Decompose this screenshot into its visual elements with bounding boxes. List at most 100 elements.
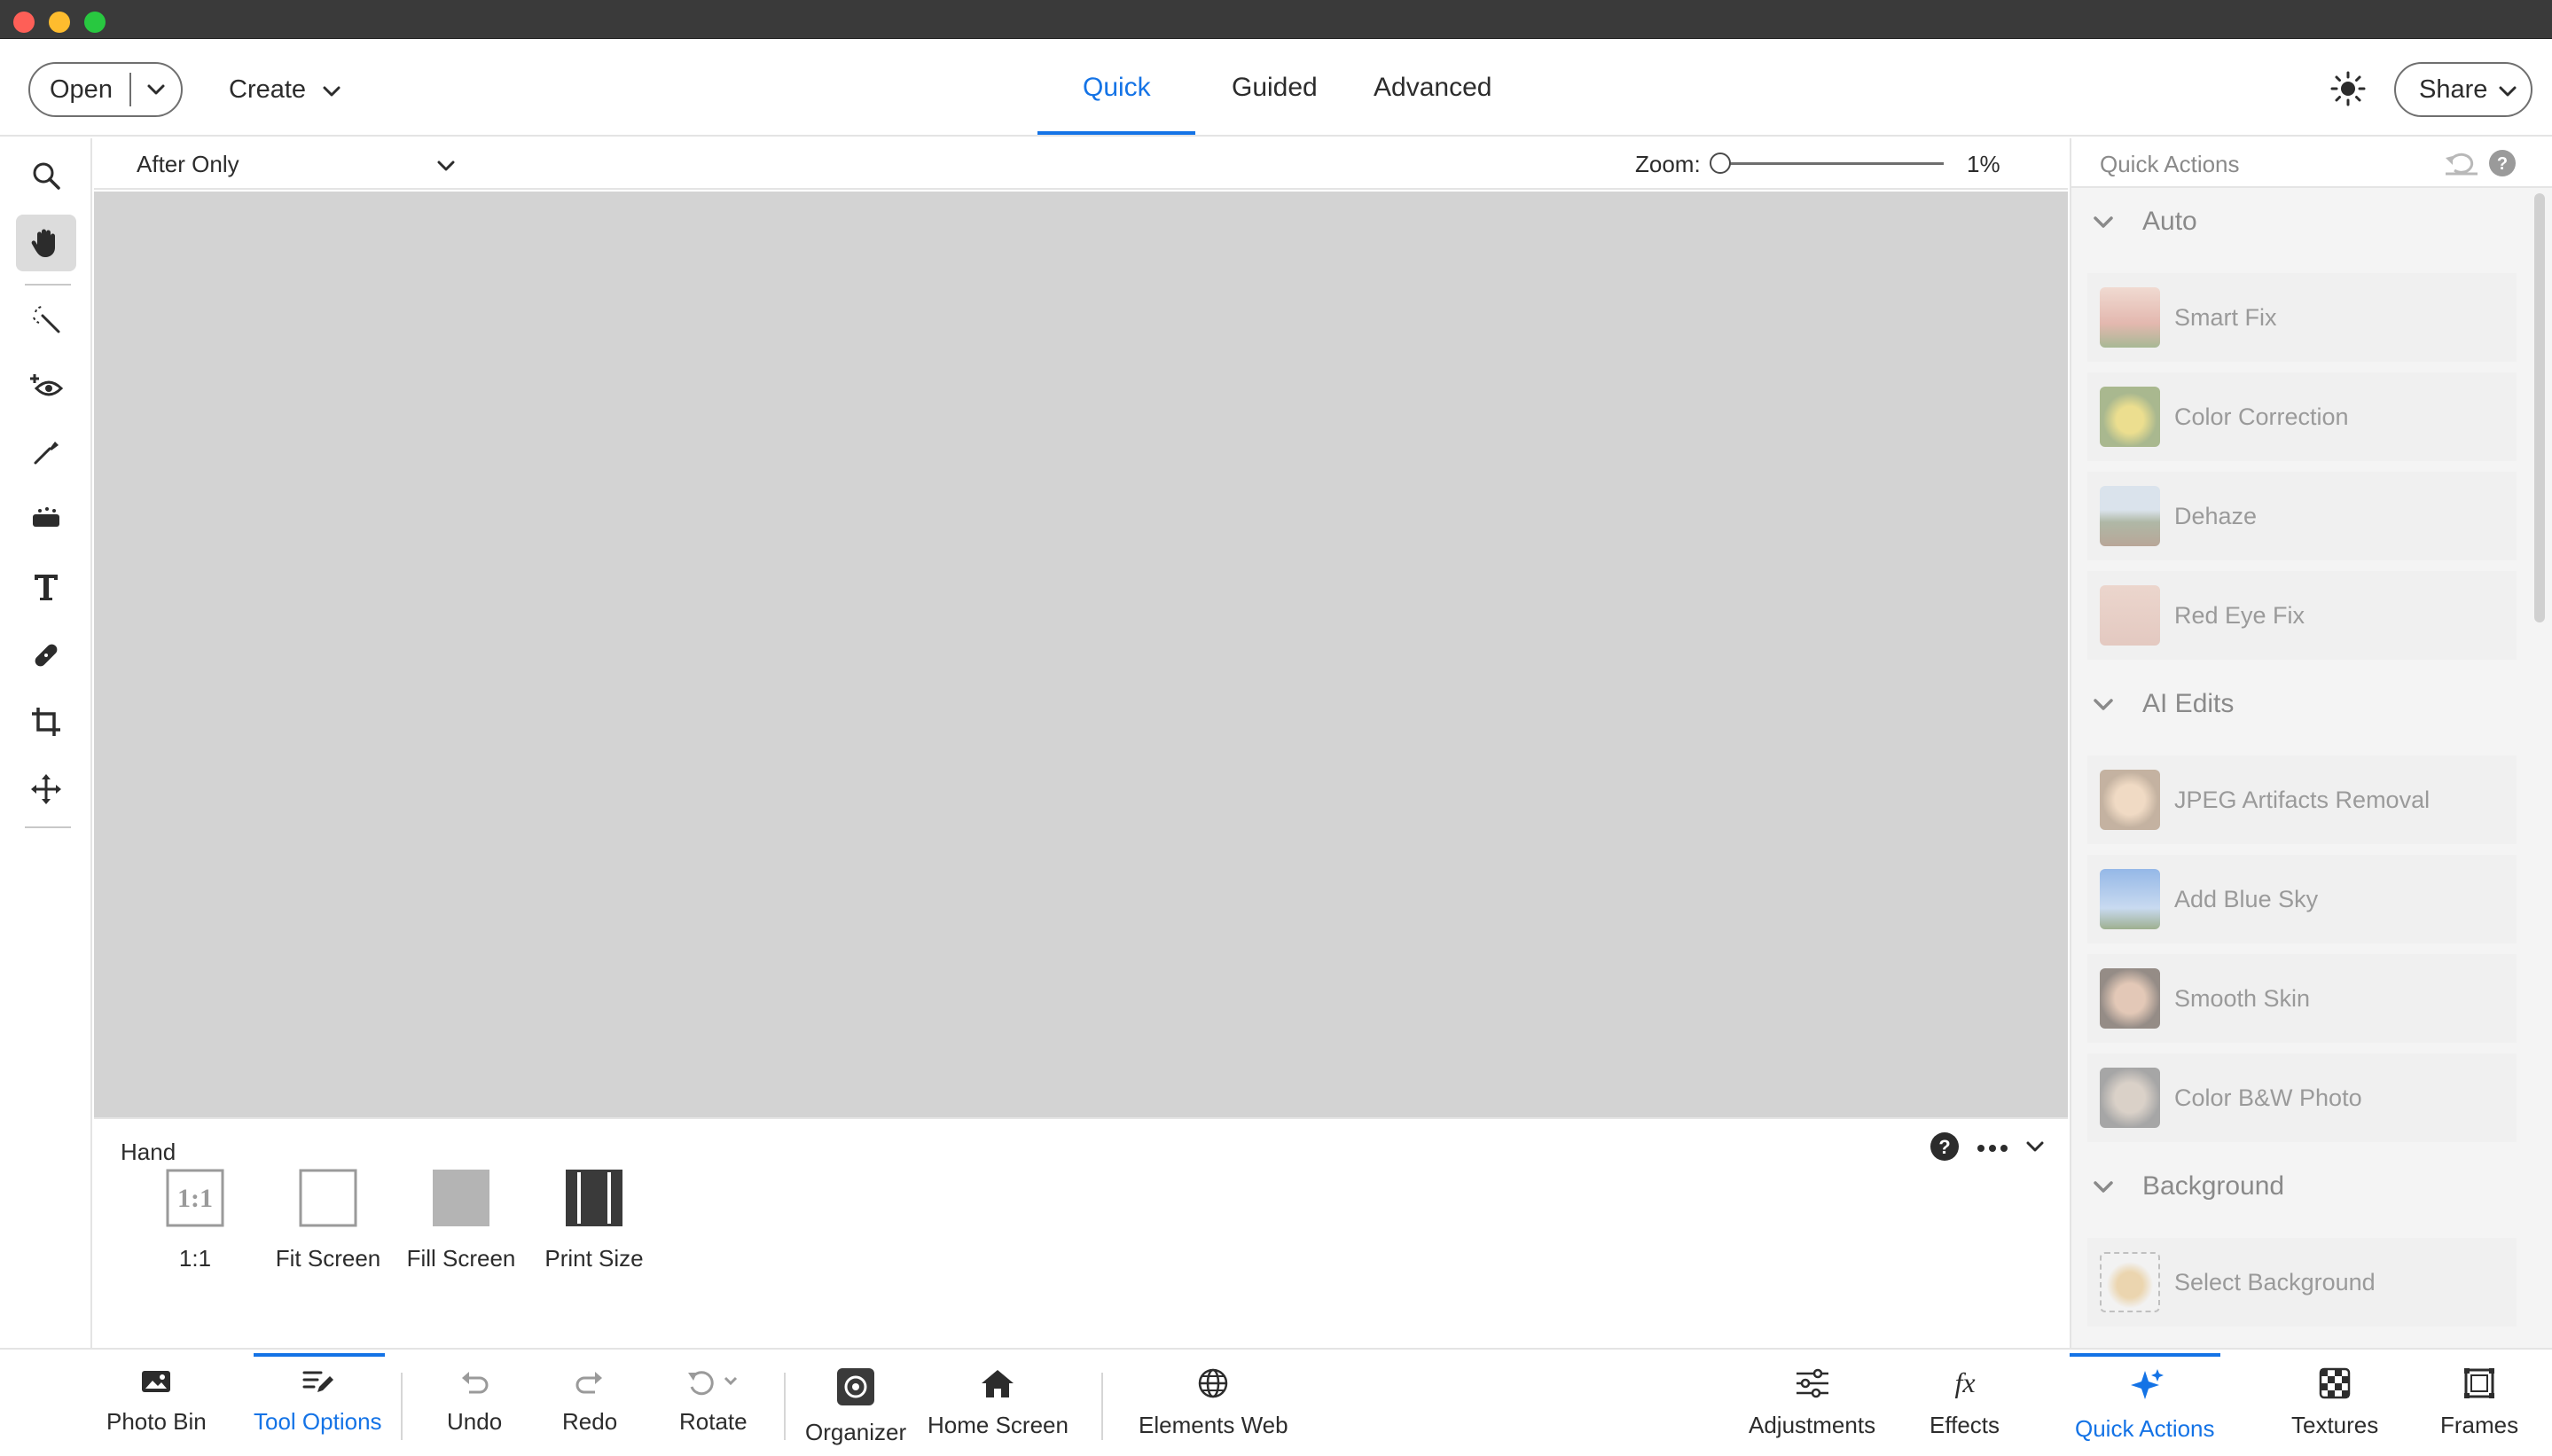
quick-action-color-bw-photo[interactable]: Color B&W Photo: [2087, 1053, 2517, 1142]
undo-icon: [462, 1372, 489, 1394]
undo-button[interactable]: Undo: [447, 1367, 502, 1436]
organizer-button[interactable]: Organizer: [805, 1367, 906, 1446]
section-auto-label: Auto: [2142, 207, 2197, 236]
textures-icon: [2319, 1367, 2351, 1399]
fill-screen-icon: [433, 1170, 489, 1226]
quick-action-select-background[interactable]: Select Background: [2087, 1238, 2517, 1327]
share-button[interactable]: Share: [2394, 62, 2532, 117]
svg-text:?: ?: [2497, 154, 2508, 174]
effects-button[interactable]: fx Effects: [1930, 1367, 2000, 1439]
quick-action-label: Red Eye Fix: [2174, 601, 2305, 629]
chevron-down-icon: [2498, 75, 2517, 105]
move-icon[interactable]: [16, 761, 76, 818]
app-header: Open Create Quick Guided Advanced Share: [0, 39, 2552, 137]
section-ai-edits[interactable]: AI Edits: [2093, 669, 2234, 740]
minimize-window-button[interactable]: [49, 12, 70, 33]
home-icon: [982, 1370, 1014, 1397]
maximize-window-button[interactable]: [84, 12, 106, 33]
open-button[interactable]: Open: [28, 62, 183, 117]
svg-text:?: ?: [1938, 1136, 1950, 1158]
help-icon[interactable]: ?: [2488, 149, 2517, 182]
chevron-down-icon: [2093, 689, 2114, 719]
red-eye-fix-thumbnail: [2100, 585, 2160, 646]
section-background[interactable]: Background: [2093, 1151, 2284, 1222]
actual-pixels-icon: 1:1: [166, 1169, 224, 1227]
more-options-icon[interactable]: [1977, 1141, 2008, 1157]
view-options-bar: After Only Zoom: 1%: [94, 138, 2068, 190]
print-size-button[interactable]: Print Size: [536, 1169, 652, 1272]
tool-options-label: Tool Options: [254, 1408, 382, 1435]
create-button[interactable]: Create: [229, 62, 341, 117]
taskbar-divider: [401, 1373, 403, 1440]
create-label[interactable]: Create: [229, 75, 306, 105]
chevron-down-icon[interactable]: [131, 83, 181, 96]
textures-label: Textures: [2291, 1412, 2379, 1438]
photo-bin-button[interactable]: Photo Bin: [106, 1367, 207, 1436]
tool-options-button[interactable]: Tool Options: [254, 1367, 382, 1436]
fill-screen-button[interactable]: Fill Screen: [403, 1169, 519, 1272]
tab-guided[interactable]: Guided: [1232, 73, 1318, 103]
spot-healing-icon[interactable]: [16, 626, 76, 683]
add-blue-sky-thumbnail: [2100, 869, 2160, 929]
svg-text:fx: fx: [1954, 1367, 1975, 1398]
crop-icon[interactable]: [16, 693, 76, 750]
quick-action-smooth-skin[interactable]: Smooth Skin: [2087, 954, 2517, 1043]
print-size-icon: [566, 1170, 622, 1226]
zoom-value: 1%: [1967, 151, 2000, 177]
type-icon[interactable]: [16, 559, 76, 615]
sponge-icon[interactable]: [16, 489, 76, 546]
quick-action-color-correction[interactable]: Color Correction: [2087, 372, 2517, 461]
frames-button[interactable]: Frames: [2440, 1367, 2518, 1439]
quick-action-label: Color B&W Photo: [2174, 1084, 2362, 1111]
elements-web-button[interactable]: Elements Web: [1139, 1367, 1288, 1439]
tool-options-controls: ?: [1930, 1131, 2045, 1166]
quick-action-jpeg-artifacts-removal[interactable]: JPEG Artifacts Removal: [2087, 755, 2517, 844]
home-screen-button[interactable]: Home Screen: [928, 1367, 1069, 1439]
chevron-down-icon: [2093, 207, 2114, 237]
section-auto[interactable]: Auto: [2093, 186, 2197, 257]
share-label[interactable]: Share: [2419, 75, 2487, 105]
quick-action-add-blue-sky[interactable]: Add Blue Sky: [2087, 855, 2517, 943]
print-size-label: Print Size: [544, 1245, 644, 1272]
globe-icon: [1199, 1368, 1228, 1398]
quick-action-label: Dehaze: [2174, 502, 2258, 529]
actual-pixels-button[interactable]: 1:1 1:1: [137, 1169, 253, 1272]
home-screen-label: Home Screen: [928, 1412, 1069, 1438]
textures-button[interactable]: Textures: [2291, 1367, 2378, 1439]
active-bottom-tab-indicator: [254, 1353, 385, 1357]
tab-advanced[interactable]: Advanced: [1374, 73, 1491, 103]
view-mode-select[interactable]: After Only: [137, 149, 456, 179]
redo-button[interactable]: Redo: [562, 1367, 617, 1436]
adjustments-icon: [1796, 1368, 1828, 1398]
brightness-icon[interactable]: [2329, 69, 2368, 108]
chevron-down-icon: [2093, 1171, 2114, 1202]
adjustments-button[interactable]: Adjustments: [1749, 1367, 1875, 1439]
tab-quick[interactable]: Quick: [1083, 73, 1151, 103]
quick-actions-button[interactable]: Quick Actions: [2075, 1367, 2215, 1443]
image-canvas[interactable]: [94, 192, 2068, 1117]
quick-actions-scrollbar[interactable]: [2534, 193, 2545, 622]
quick-actions-panel: Quick Actions ? Auto Smart Fix Color Cor…: [2070, 138, 2552, 1348]
zoom-icon[interactable]: [16, 147, 76, 204]
red-eye-icon[interactable]: [16, 358, 76, 415]
reset-icon[interactable]: [2444, 147, 2479, 182]
whiten-teeth-icon[interactable]: [16, 424, 76, 481]
quick-selection-icon[interactable]: [16, 291, 76, 348]
quick-actions-title: Quick Actions: [2100, 151, 2240, 177]
chevron-down-icon[interactable]: [2025, 1140, 2045, 1157]
hand-icon[interactable]: [16, 215, 76, 271]
open-label[interactable]: Open: [30, 75, 129, 105]
close-window-button[interactable]: [13, 12, 35, 33]
zoom-slider[interactable]: [1717, 162, 1944, 165]
tools-panel: [0, 138, 92, 1348]
toolbar-divider: [25, 284, 71, 286]
quick-action-smart-fix[interactable]: Smart Fix: [2087, 273, 2517, 362]
quick-action-red-eye-fix[interactable]: Red Eye Fix: [2087, 571, 2517, 660]
help-icon[interactable]: ?: [1930, 1131, 1960, 1166]
quick-action-dehaze[interactable]: Dehaze: [2087, 472, 2517, 560]
zoom-slider-handle[interactable]: [1710, 153, 1731, 174]
rotate-button[interactable]: Rotate: [679, 1367, 748, 1436]
actual-pixels-label: 1:1: [178, 1245, 212, 1272]
elements-web-label: Elements Web: [1139, 1412, 1288, 1438]
fit-screen-button[interactable]: Fit Screen: [270, 1169, 386, 1272]
